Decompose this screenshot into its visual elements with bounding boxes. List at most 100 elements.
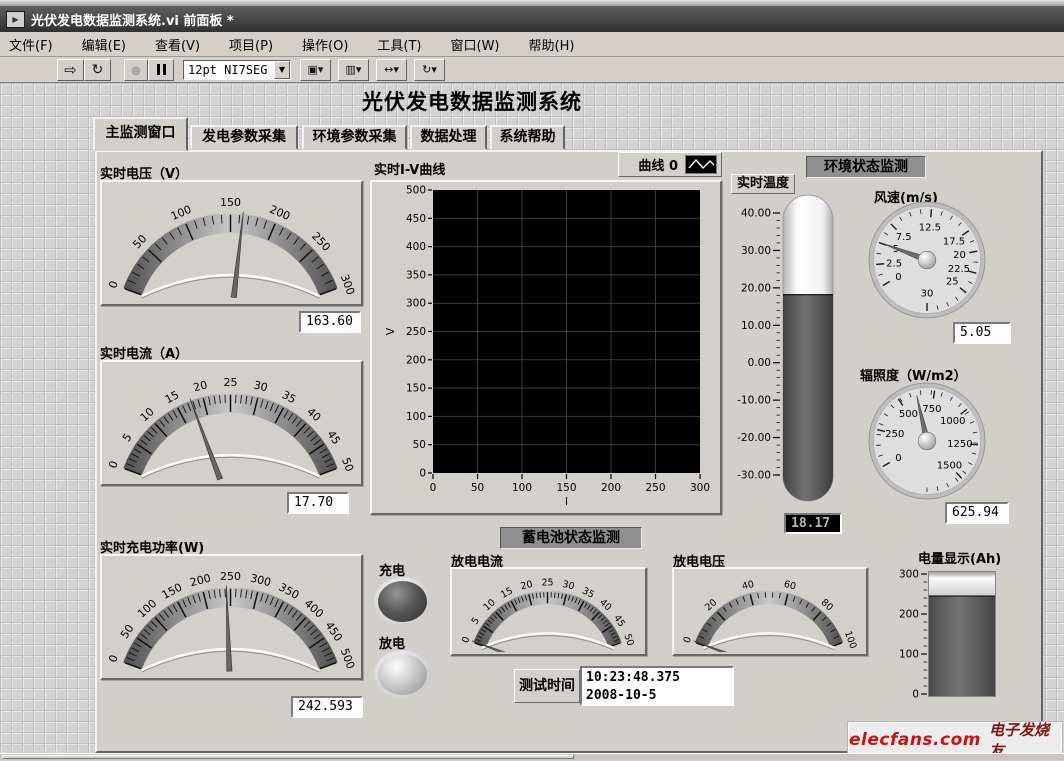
current-display: 17.70: [287, 492, 349, 514]
page-title: 光伏发电数据监测系统: [362, 86, 582, 116]
svg-text:50: 50: [471, 482, 484, 494]
discharge-voltage-dial: 020406080100: [674, 569, 864, 652]
voltage-meter: 050100150200250300: [100, 180, 363, 306]
font-selector-value: 12pt NI7SEG: [184, 63, 274, 77]
tab-3[interactable]: 环境参数采集: [302, 125, 407, 150]
align-objects-button[interactable]: ▣▾: [300, 59, 331, 81]
iv-chart-title: 实时I-V曲线: [374, 159, 445, 178]
svg-text:-30.00: -30.00: [737, 470, 771, 482]
discharge-current-meter: 05101520253035404550: [450, 567, 647, 656]
discharge-led-lamp: [378, 654, 427, 695]
svg-text:150: 150: [220, 196, 241, 209]
abort-button[interactable]: [124, 59, 148, 81]
menu-item-2[interactable]: 编辑(E): [82, 35, 126, 54]
test-time-value: 10:23:48.375: [586, 669, 728, 687]
menu-item-5[interactable]: 操作(O): [302, 35, 348, 54]
svg-text:0: 0: [912, 689, 919, 701]
svg-text:50: 50: [118, 622, 137, 641]
font-selector-arrow-icon[interactable]: ▼: [274, 61, 290, 79]
svg-text:200: 200: [268, 203, 292, 223]
current-meter-dial: 05101520253035404550: [102, 362, 359, 482]
menu-item-6[interactable]: 工具(T): [377, 35, 421, 54]
power-meter-dial: 050100150200250300350400450500: [102, 556, 359, 676]
svg-text:30: 30: [921, 289, 934, 300]
voltage-meter-dial: 050100150200250300: [102, 182, 359, 302]
svg-text:0: 0: [106, 459, 121, 470]
tab-4[interactable]: 数据处理: [410, 125, 487, 150]
svg-text:250: 250: [885, 429, 904, 440]
power-meter: 050100150200250300350400450500: [100, 554, 363, 680]
menu-item-3[interactable]: 查看(V): [155, 35, 200, 54]
iv-chart-plot: 0501001502002503003504004505000501001502…: [372, 182, 720, 513]
svg-text:150: 150: [556, 482, 576, 494]
resize-objects-button[interactable]: ↔▾: [376, 59, 407, 81]
svg-text:250: 250: [220, 570, 241, 583]
menu-item-1[interactable]: 文件(F): [9, 35, 53, 54]
test-date-value: 2008-10-5: [586, 687, 728, 705]
svg-text:17.5: 17.5: [943, 237, 965, 248]
svg-text:1250: 1250: [947, 439, 972, 450]
reorder-objects-button[interactable]: ↻▾: [414, 59, 445, 81]
svg-text:V: V: [384, 327, 397, 335]
svg-text:1000: 1000: [940, 416, 965, 427]
svg-text:10: 10: [138, 405, 157, 424]
irradiance-gauge: 0250500750100012501500: [868, 382, 986, 500]
svg-text:0: 0: [106, 279, 121, 290]
power-display: 242.593: [291, 696, 363, 718]
svg-text:-20.00: -20.00: [737, 432, 771, 444]
svg-text:2.5: 2.5: [886, 258, 902, 269]
vi-icon: ▶: [6, 11, 25, 28]
svg-text:5: 5: [470, 616, 483, 627]
svg-text:300: 300: [406, 298, 426, 310]
iv-chart-legend[interactable]: 曲线 0: [618, 152, 722, 177]
legend-series-label: 曲线 0: [638, 155, 678, 174]
legend-line-sample-icon: [685, 155, 717, 174]
svg-text:10.00: 10.00: [741, 320, 771, 332]
svg-text:20: 20: [192, 378, 209, 394]
toolbar: 12pt NI7SEG ▼ ▣▾ ▥▾ ↔▾ ↻▾: [0, 57, 1064, 83]
tab-2[interactable]: 发电参数采集: [190, 125, 298, 150]
menu-item-8[interactable]: 帮助(H): [529, 35, 575, 54]
charge-led: [374, 577, 431, 626]
svg-text:7.5: 7.5: [896, 232, 912, 243]
svg-text:500: 500: [406, 185, 426, 197]
menu-item-4[interactable]: 项目(P): [229, 35, 273, 54]
svg-text:I: I: [565, 495, 568, 508]
svg-text:0: 0: [460, 635, 472, 644]
svg-text:5: 5: [120, 431, 135, 444]
iv-chart: 0501001502002503003504004505000501001502…: [370, 180, 722, 515]
menu-item-7[interactable]: 窗口(W): [451, 35, 500, 54]
svg-text:22.5: 22.5: [948, 264, 970, 275]
svg-text:200: 200: [601, 482, 621, 494]
tab-1[interactable]: 主监测窗口: [93, 117, 188, 151]
font-selector[interactable]: 12pt NI7SEG ▼: [183, 60, 291, 80]
svg-text:-10.00: -10.00: [737, 395, 771, 407]
svg-text:400: 400: [406, 241, 426, 253]
svg-text:40.00: 40.00: [741, 208, 771, 220]
logo-brand: elecfans.com: [849, 730, 981, 750]
title-bar: ▶ 光伏发电数据监测系统.vi 前面板 *: [0, 6, 1064, 32]
discharge-led: [374, 650, 431, 699]
svg-text:200: 200: [406, 354, 426, 366]
svg-text:60: 60: [783, 579, 797, 593]
horizontal-scrollbar-thumb[interactable]: [2, 755, 574, 759]
tab-5[interactable]: 系统帮助: [490, 125, 565, 150]
svg-text:25: 25: [224, 376, 238, 389]
svg-text:300: 300: [899, 569, 919, 581]
svg-text:350: 350: [406, 269, 426, 281]
svg-text:30: 30: [561, 579, 575, 593]
svg-text:15: 15: [499, 585, 515, 600]
distribute-objects-button[interactable]: ▥▾: [338, 59, 369, 81]
run-button[interactable]: [57, 59, 84, 81]
svg-text:40: 40: [741, 579, 755, 593]
svg-text:50: 50: [621, 632, 635, 647]
temperature-label: 实时温度: [731, 174, 795, 194]
run-continuous-button[interactable]: [84, 59, 111, 81]
svg-text:1500: 1500: [937, 461, 962, 472]
svg-text:50: 50: [339, 456, 356, 474]
svg-text:50: 50: [413, 439, 426, 451]
temperature-display: 18.17: [784, 513, 842, 534]
discharge-current-dial: 05101520253035404550: [452, 569, 643, 652]
svg-text:200: 200: [189, 572, 213, 590]
pause-button[interactable]: [148, 59, 174, 81]
